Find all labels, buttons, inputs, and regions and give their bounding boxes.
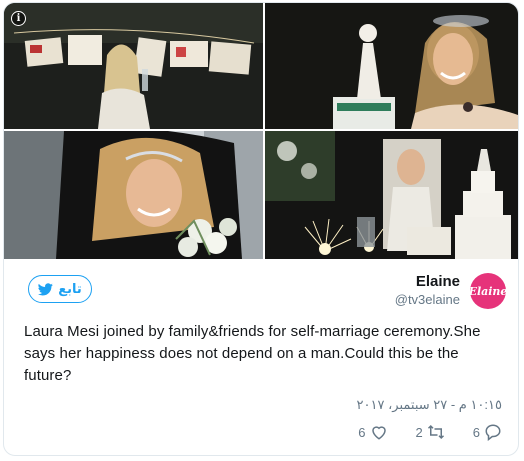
reply-icon xyxy=(485,424,501,441)
photo-clothesline xyxy=(4,3,263,129)
media-photo-4[interactable] xyxy=(265,131,518,259)
tweet-actions: 6 2 6 xyxy=(358,423,502,441)
media-grid[interactable]: i xyxy=(4,3,518,259)
twitter-bird-icon xyxy=(38,282,53,295)
tweet-timestamp[interactable]: ١٠:١٥ م - ٢٧ سبتمبر، ٢٠١٧ xyxy=(357,397,502,413)
reply-count: 6 xyxy=(472,424,480,440)
media-photo-1[interactable]: i xyxy=(4,3,263,129)
follow-button[interactable]: تابع xyxy=(28,275,92,303)
tweet-card[interactable]: i تابع Elaine @tv3elaine Elaine Laura Me… xyxy=(3,2,519,456)
like-button[interactable]: 6 xyxy=(358,423,387,441)
retweet-count: 2 xyxy=(415,424,423,440)
media-photo-2[interactable] xyxy=(265,3,518,129)
tweet-text: Laura Mesi joined by family&friends for … xyxy=(24,323,481,384)
author-display-name[interactable]: Elaine xyxy=(395,273,460,291)
author-block[interactable]: Elaine @tv3elaine xyxy=(395,273,460,309)
retweet-button[interactable]: 2 xyxy=(416,423,445,441)
author-handle[interactable]: @tv3elaine xyxy=(395,291,460,309)
photo-cake-smile xyxy=(265,3,518,129)
heart-icon xyxy=(371,426,386,440)
photo-car-bouquet xyxy=(4,131,263,259)
follow-label: تابع xyxy=(58,281,82,296)
avatar-logo-text: Elaine xyxy=(468,284,508,298)
reply-button[interactable]: 6 xyxy=(473,423,502,441)
info-icon[interactable]: i xyxy=(11,11,26,26)
tweet-header: تابع Elaine @tv3elaine Elaine xyxy=(4,259,518,317)
avatar[interactable]: Elaine xyxy=(468,273,508,309)
media-photo-3[interactable] xyxy=(4,131,263,259)
retweet-icon xyxy=(427,424,444,440)
photo-sparklers xyxy=(265,131,518,259)
like-count: 6 xyxy=(358,424,366,440)
